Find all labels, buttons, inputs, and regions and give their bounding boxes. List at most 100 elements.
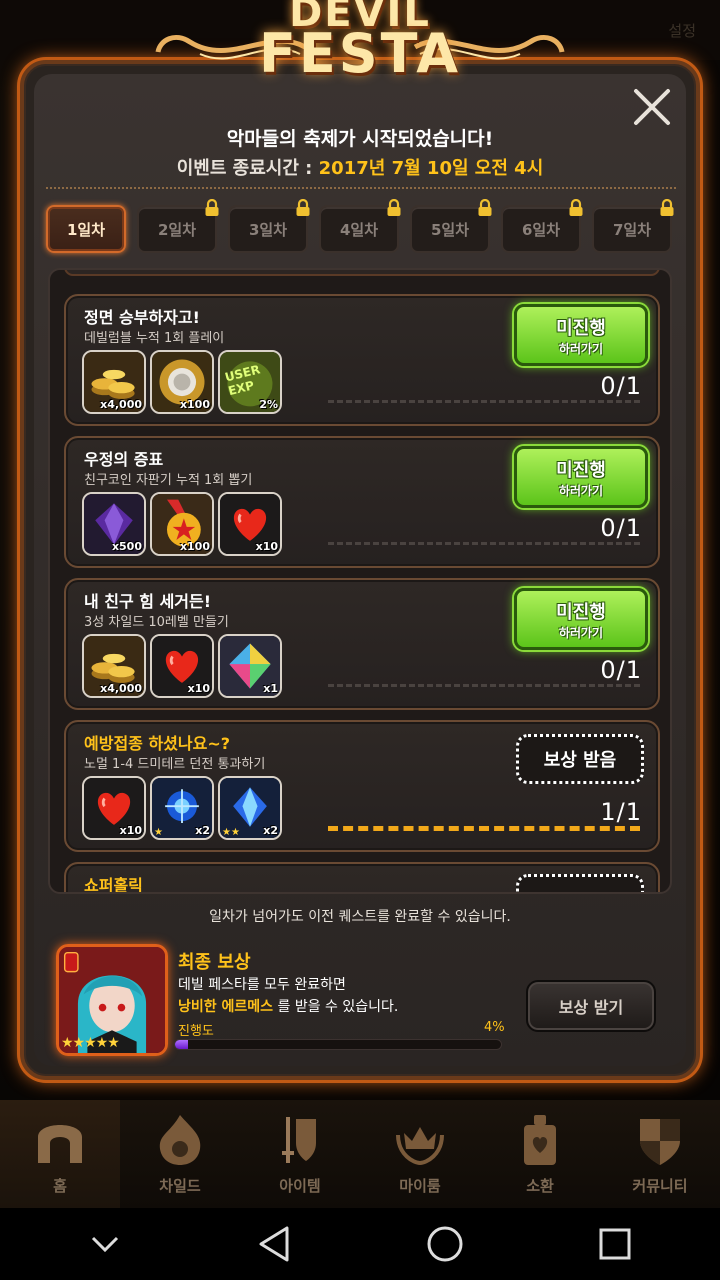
final-reward-line1: 데빌 페스타를 모두 완료하면 <box>178 977 346 993</box>
star-rating: ★★ <box>222 827 240 838</box>
quest-card: 쇼퍼홀릭 <box>64 862 660 892</box>
event-subtitle: 악마들의 축제가 시작되었습니다! <box>226 128 494 150</box>
crown-wreath-icon <box>396 1127 444 1166</box>
nav-home[interactable]: 홈 <box>0 1100 120 1208</box>
go-button-sublabel: 하러가기 <box>558 626 604 640</box>
quest-card: 정면 승부하자고! 데빌럼블 누적 1회 플레이 x4,000 x100 USE… <box>64 294 660 426</box>
home-circle-icon[interactable] <box>415 1214 475 1274</box>
gold-coins-icon[interactable]: x4,000 <box>82 350 146 414</box>
lock-icon <box>478 199 492 216</box>
quest-card: 우정의 증표 친구코인 자판기 누적 1회 뽑기 x500 x100 x10 미… <box>64 436 660 568</box>
quest-progress: 0/1 <box>600 372 642 400</box>
final-reward-section: ★★★★★ 최종 보상 데빌 페스타를 모두 완료하면 낭비한 에르메스 를 받… <box>56 940 664 1060</box>
purple-gem-icon[interactable]: x500 <box>82 492 146 556</box>
quest-title: 내 친구 힘 세거든! <box>84 592 212 611</box>
lock-icon <box>387 199 401 216</box>
quest-progress-bar <box>328 400 640 403</box>
tab-day-1[interactable]: 1일차 <box>46 205 126 253</box>
tab-label: 6일차 <box>521 220 561 239</box>
nav-label: 홈 <box>53 1177 67 1195</box>
quest-progress-bar <box>328 684 640 687</box>
rainbow-crystal-icon[interactable]: x1 <box>218 634 282 698</box>
flame-eye-icon <box>159 1115 201 1165</box>
recents-icon[interactable] <box>585 1214 645 1274</box>
final-reward-title: 최종 보상 <box>178 952 251 973</box>
nav-label: 소환 <box>526 1177 554 1195</box>
reward-count: x10 <box>187 682 210 695</box>
tab-label: 5일차 <box>430 220 470 239</box>
back-icon[interactable] <box>245 1214 305 1274</box>
reward-count: x1 <box>263 682 278 695</box>
quest-title: 우정의 증표 <box>84 450 164 469</box>
nav-community[interactable]: 커뮤니티 <box>600 1100 720 1208</box>
go-button[interactable]: 미진행 하러가기 <box>514 588 648 650</box>
character-portrait: ★★★★★ <box>56 944 168 1056</box>
close-icon[interactable] <box>630 85 674 129</box>
star-rating: ★ <box>154 827 163 838</box>
event-end-time: 이벤트 종료시간 : 2017년 7월 10일 오전 4시 <box>0 154 720 180</box>
user-exp-icon[interactable]: USER EXP 2% <box>218 350 282 414</box>
quest-desc: 친구코인 자판기 누적 1회 뽑기 <box>84 473 253 488</box>
blue-orb-icon[interactable]: ★ x2 <box>150 776 214 840</box>
reward-claimed-button[interactable]: 보상 받음 <box>516 734 644 784</box>
reward-count: x10 <box>255 540 278 553</box>
tab-day-7[interactable]: 7일차 <box>592 199 674 253</box>
quest-title: 정면 승부하자고! <box>84 308 200 327</box>
chevron-down-icon[interactable] <box>75 1214 135 1274</box>
tab-day-3[interactable]: 3일차 <box>228 199 310 253</box>
reward-count: x10 <box>119 824 142 837</box>
final-progress-bar <box>174 1039 502 1050</box>
silver-coin-icon[interactable]: x100 <box>150 350 214 414</box>
claim-final-reward-button[interactable]: 보상 받기 <box>526 980 656 1032</box>
footer-note: 일차가 넘어가도 이전 퀘스트를 완료할 수 있습니다. <box>209 909 511 925</box>
go-button-label: 미진행 <box>556 460 606 481</box>
devil-festa-logo: DEVIL FESTA <box>150 0 570 112</box>
quest-progress-bar <box>328 542 640 545</box>
nav-child[interactable]: 차일드 <box>120 1100 240 1208</box>
go-button-sublabel: 하러가기 <box>558 342 604 356</box>
reward-count: x4,000 <box>100 682 142 695</box>
heart-icon[interactable]: x10 <box>218 492 282 556</box>
heart-icon[interactable]: x10 <box>150 634 214 698</box>
progress-label: 진행도 <box>178 1024 214 1039</box>
tab-label: 1일차 <box>66 220 106 239</box>
quest-title: 예방접종 하셨나요~? <box>84 734 231 753</box>
final-reward-line2-suffix: 를 받을 수 있습니다. <box>273 999 399 1015</box>
tab-day-6[interactable]: 6일차 <box>501 199 583 253</box>
quest-progress-bar <box>328 826 640 831</box>
tab-label: 2일차 <box>157 220 197 239</box>
go-button[interactable]: 미진행 하러가기 <box>514 446 648 508</box>
tab-day-2[interactable]: 2일차 <box>137 199 219 253</box>
quest-card: 예방접종 하셨나요~? 노멀 1-4 드미테르 던전 통과하기 x10 ★ x2… <box>64 720 660 852</box>
nav-summon[interactable]: 소환 <box>480 1100 600 1208</box>
lock-icon <box>205 199 219 216</box>
quest-progress: 0/1 <box>600 514 642 542</box>
gold-coins-icon[interactable]: x4,000 <box>82 634 146 698</box>
nav-label: 아이템 <box>279 1177 321 1195</box>
reward-count: 2% <box>259 398 278 411</box>
quest-rewards: x500 x100 x10 <box>82 492 282 556</box>
quest-list[interactable]: 정면 승부하자고! 데빌럼블 누적 1회 플레이 x4,000 x100 USE… <box>48 268 672 894</box>
progress-percent: 4% <box>484 1020 505 1035</box>
quest-desc: 노멀 1-4 드미테르 던전 통과하기 <box>84 757 266 772</box>
nav-myroom[interactable]: 마이룸 <box>360 1100 480 1208</box>
reward-claim-button[interactable] <box>516 874 644 892</box>
tab-day-5[interactable]: 5일차 <box>410 199 492 253</box>
nav-label: 마이룸 <box>399 1177 441 1195</box>
heart-icon[interactable]: x10 <box>82 776 146 840</box>
bottom-nav: 홈 차일드 아이템 마이룸 소환 커뮤니티 <box>0 1100 720 1208</box>
logo-word-festa: FESTA <box>258 22 462 85</box>
go-button[interactable]: 미진행 하러가기 <box>514 304 648 366</box>
lock-icon <box>569 199 583 216</box>
nav-label: 커뮤니티 <box>632 1177 688 1195</box>
reward-count: x500 <box>111 540 142 553</box>
sword-shield-icon <box>282 1117 316 1163</box>
tab-label: 3일차 <box>248 220 288 239</box>
friend-medal-icon[interactable]: x100 <box>150 492 214 556</box>
quest-progress: 0/1 <box>600 656 642 684</box>
tab-day-4[interactable]: 4일차 <box>319 199 401 253</box>
quest-rewards: x4,000 x100 USER EXP 2% <box>82 350 282 414</box>
nav-item[interactable]: 아이템 <box>240 1100 360 1208</box>
blue-crystal-icon[interactable]: ★★ x2 <box>218 776 282 840</box>
divider <box>46 187 676 189</box>
